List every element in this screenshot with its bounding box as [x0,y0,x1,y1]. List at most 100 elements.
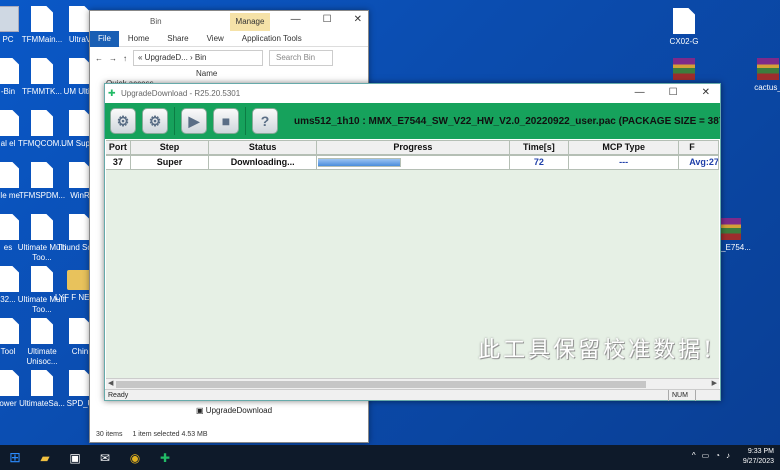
scroll-right-icon[interactable]: ▶ [712,379,717,387]
settings-icon[interactable]: ⚙ [142,108,168,134]
battery-icon[interactable]: ▭ [702,451,710,460]
store-icon[interactable]: ▣ [60,445,90,470]
minimize-icon[interactable]: — [291,14,301,25]
file-item-label: UpgradeDownload [205,406,273,415]
play-icon[interactable]: ▶ [181,108,207,134]
forward-arrow-icon[interactable]: → [109,54,117,63]
status-item-count: 30 items [96,431,123,438]
address-path[interactable]: « UpgradeD... › Bin [133,50,263,66]
close-icon[interactable]: ✕ [702,87,710,98]
desktop-icon-rar[interactable] [654,58,714,83]
explorer-status-bar: 30 items 1 item selected 4.53 MB [90,428,368,442]
windows-start-icon[interactable]: ⊞ [0,445,30,470]
col-status[interactable]: Status [209,140,318,155]
upgrade-title-bar: ✚ UpgradeDownload - R25.20.5301 — ☐ ✕ [105,84,720,103]
help-icon[interactable]: ? [252,108,278,134]
explorer-window-buttons: — ☐ ✕ [291,14,362,25]
file-icon [69,110,91,136]
cell-status: Downloading... [209,155,318,170]
chrome-icon[interactable]: ◉ [120,445,150,470]
watermark-text: 此工具保留校准数据! [478,338,715,363]
col-time[interactable]: Time[s] [509,140,570,155]
file-icon [69,318,91,344]
scroll-left-icon[interactable]: ◀ [108,379,113,387]
file-icon [69,370,91,396]
cell-step: Super [130,155,210,170]
tab-manage[interactable]: Manage [230,13,270,31]
desktop-icon-label: WinR [70,191,90,200]
desktop-icon-label: CX02-G [669,37,699,46]
file-icon [69,214,91,240]
grid-header: Port Step Status Progress Time[s] MCP Ty… [106,140,719,155]
file-icon [69,6,91,32]
file-explorer-icon[interactable]: ▰ [30,445,60,470]
taskbar: ⊞ ▰ ▣ ✉ ◉ ✚ ^ ▭ ◔ ♪ 9:33 PM 9/27/2023 [0,445,780,470]
toolbar-separator [245,107,246,135]
maximize-icon[interactable]: ☐ [669,87,678,98]
desktop-icon-label: es [3,243,13,252]
upgrade-title: UpgradeDownload - R25.20.5301 [121,89,241,98]
clock-date: 9/27/2023 [742,458,774,465]
network-icon[interactable]: ◔ [715,451,720,460]
explorer-ribbon: File Home Share View Application Tools [90,30,368,47]
desktop-icon-label: UltraV [68,35,92,44]
upgrade-toolbar: ⚙ ⚙ ▶ ■ ? ums512_1h10 : MMX_E7544_SW_V22… [105,103,720,139]
rar-archive-icon [673,58,695,80]
up-arrow-icon[interactable]: ↑ [123,54,127,63]
clock[interactable]: 9:33 PM 9/27/2023 [743,447,774,467]
volume-icon[interactable]: ♪ [726,451,730,460]
rar-archive-icon [719,218,741,240]
col-f[interactable]: F [679,140,719,155]
rar-archive-icon [757,58,779,80]
desktop-icon-label: Chin [71,347,89,356]
tab-application-tools[interactable]: Application Tools [233,34,311,43]
tab-file[interactable]: File [90,30,119,47]
search-input[interactable]: Search Bin [269,50,333,66]
horizontal-scrollbar[interactable]: ◀ ▶ [106,378,719,389]
status-selected: 1 item selected 4.53 MB [132,431,208,438]
col-mcp-type[interactable]: MCP Type [569,140,680,155]
file-icon [69,58,91,84]
cell-mcp-type: --- [569,155,680,170]
cell-port: 37 [106,155,131,170]
col-port[interactable]: Port [106,140,131,155]
upgrade-window-buttons: — ☐ ✕ [635,87,710,98]
chevron-up-icon[interactable]: ^ [692,451,696,460]
mail-icon[interactable]: ✉ [90,445,120,470]
explorer-title-bar: Bin Manage — ☐ ✕ [90,11,368,31]
file-icon [673,8,695,34]
progress-bar-fill [318,158,402,167]
table-row[interactable]: 37 Super Downloading... 72 --- Avg:27 [106,155,719,170]
upgrade-download-window: ✚ UpgradeDownload - R25.20.5301 — ☐ ✕ ⚙ … [104,83,721,401]
maximize-icon[interactable]: ☐ [323,14,332,25]
file-item-upgradedownload[interactable]: ▣ UpgradeDownload [196,406,272,415]
system-tray: ^ ▭ ◔ ♪ [692,451,730,460]
col-progress[interactable]: Progress [317,140,510,155]
app-logo-icon: ✚ [108,88,116,98]
toolbar-separator [174,107,175,135]
close-icon[interactable]: ✕ [354,14,362,25]
tab-share[interactable]: Share [158,34,197,43]
scrollbar-thumb[interactable] [116,381,646,388]
cell-progress [317,155,510,170]
desktop-icon-cx02[interactable]: CX02-G [654,8,714,47]
upgrade-status-bar: Ready NUM [105,389,720,401]
stop-icon[interactable]: ■ [213,108,239,134]
clock-time: 9:33 PM [747,448,774,455]
desktop-icon-cactus[interactable]: cactus_ [738,58,780,93]
file-icon [69,162,91,188]
upgrade-app-icon[interactable]: ✚ [150,445,180,470]
gear-icon[interactable]: ⚙ [110,108,136,134]
status-num: NUM [668,390,696,401]
port-grid: Port Step Status Progress Time[s] MCP Ty… [106,140,719,378]
cell-time: 72 [509,155,570,170]
explorer-address-bar: ← → ↑ « UpgradeD... › Bin Search Bin [90,47,368,69]
tab-view[interactable]: View [198,34,233,43]
col-step[interactable]: Step [130,140,210,155]
package-info: ums512_1h10 : MMX_E7544_SW_V22_HW_V2.0_2… [294,115,720,127]
desktop-icon-label: cactus_ [754,83,780,92]
column-name[interactable]: Name [196,69,217,78]
minimize-icon[interactable]: — [635,87,645,98]
back-arrow-icon[interactable]: ← [95,54,103,63]
tab-home[interactable]: Home [119,34,158,43]
